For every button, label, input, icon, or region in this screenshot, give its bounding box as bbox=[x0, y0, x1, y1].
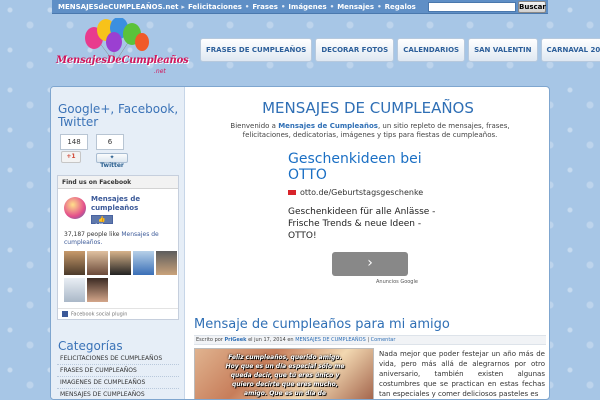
intro-brand: Mensajes de Cumpleaños bbox=[278, 122, 378, 130]
fb-plugin-footer: Facebook social plugin bbox=[58, 308, 178, 319]
fb-like-button[interactable]: 👍Like bbox=[91, 215, 113, 230]
twitter-bird-icon: ✦ bbox=[109, 154, 115, 161]
category-item[interactable]: MENSAJES DE CUMPLEAÑOS bbox=[57, 389, 179, 399]
topbar-separator: • bbox=[280, 2, 286, 11]
tweet-button[interactable]: ✦ Twitter bbox=[96, 153, 128, 169]
topbar-link-home[interactable]: MENSAJESdeCUMPLEAÑOS.net bbox=[58, 3, 178, 11]
fb-like-count: 37,187 people like Mensajes de cumpleaño… bbox=[64, 231, 176, 247]
topbar-link-felicitaciones[interactable]: Felicitaciones bbox=[188, 3, 242, 11]
fb-header: Find us on Facebook bbox=[58, 176, 178, 189]
ad-block[interactable]: Geschenkideen bei OTTO otto.de/Geburtsta… bbox=[288, 151, 448, 301]
site-logo[interactable]: MensajesDeCumpleaños .net bbox=[56, 17, 189, 80]
ad-url[interactable]: otto.de/Geburtstagsgeschenke bbox=[288, 188, 448, 197]
facebook-widget: Find us on Facebook Mensajes de cumpleañ… bbox=[57, 175, 179, 320]
main-content: MENSAJES DE CUMPLEAÑOS Bienvenido a Mens… bbox=[186, 87, 549, 399]
gplus-count: 148 bbox=[60, 134, 88, 150]
nav-san-valentin[interactable]: SAN VALENTIN bbox=[468, 38, 538, 62]
logo-text: MensajesDeCumpleaños bbox=[56, 55, 189, 66]
nav-decorar-fotos[interactable]: DECORAR FOTOS bbox=[315, 38, 395, 62]
post-title[interactable]: Mensaje de cumpleaños para mi amigo bbox=[194, 317, 450, 332]
topbar-link-regalos[interactable]: Regalos bbox=[385, 3, 416, 11]
search-input[interactable] bbox=[428, 2, 516, 12]
post-meta: Escrito por PriGeek el jun 17, 2014 en M… bbox=[194, 335, 546, 345]
balloons-icon bbox=[85, 17, 149, 59]
fb-fan-avatar[interactable] bbox=[87, 251, 108, 275]
fb-fan-avatar[interactable] bbox=[64, 278, 85, 302]
post-image[interactable]: Feliz cumpleaños, querido amigo. Hoy que… bbox=[194, 348, 374, 399]
ad-arrow-button[interactable]: › bbox=[332, 252, 408, 276]
categories-title: Categorías bbox=[58, 339, 123, 353]
fb-page-avatar[interactable] bbox=[64, 197, 86, 219]
intro-prefix: Bienvenido a bbox=[230, 122, 279, 130]
meta-date: el jun 17, 2014 en bbox=[248, 337, 294, 343]
category-item[interactable]: FELICITACIONES DE CUMPLEAÑOS bbox=[57, 353, 179, 365]
nav-carnaval[interactable]: CARNAVAL 2014 bbox=[540, 38, 600, 62]
fb-fan-avatar[interactable] bbox=[64, 251, 85, 275]
meta-separator: | bbox=[367, 337, 370, 343]
ad-choices-label[interactable]: Anuncios Google bbox=[376, 279, 418, 285]
fb-count-text: 37,187 people like bbox=[64, 231, 120, 238]
post-image-caption: Feliz cumpleaños, querido amigo. Hoy que… bbox=[225, 354, 345, 397]
top-bar: MENSAJESdeCUMPLEAÑOS.net ▸ Felicitacione… bbox=[52, 0, 548, 14]
page-title: MENSAJES DE CUMPLEAÑOS bbox=[262, 99, 474, 117]
fb-fan-avatar[interactable] bbox=[133, 251, 154, 275]
ad-url-text: otto.de/Geburtstagsgeschenke bbox=[300, 188, 424, 197]
nav-frases[interactable]: FRASES DE CUMPLEAÑOS bbox=[200, 38, 313, 62]
gplus-button[interactable]: +1 bbox=[61, 151, 81, 163]
fb-plugin-text: Facebook social plugin bbox=[71, 311, 128, 318]
topbar-separator: • bbox=[329, 2, 335, 11]
meta-by: Escrito por bbox=[196, 337, 223, 343]
categories-list: FELICITACIONES DE CUMPLEAÑOS FRASES DE C… bbox=[57, 353, 179, 399]
meta-comment-link[interactable]: Comentar bbox=[371, 337, 396, 343]
otto-logo-icon bbox=[288, 190, 296, 195]
social-title: Google+, Facebook, Twitter bbox=[58, 102, 179, 129]
topbar-separator: ▸ bbox=[181, 2, 185, 11]
content-container: Google+, Facebook, Twitter 148 6 +1 ✦ Tw… bbox=[50, 86, 550, 400]
sidebar: Google+, Facebook, Twitter 148 6 +1 ✦ Tw… bbox=[51, 87, 185, 399]
category-item[interactable]: FRASES DE CUMPLEAÑOS bbox=[57, 365, 179, 377]
topbar-link-imagenes[interactable]: Imágenes bbox=[288, 3, 326, 11]
fb-fan-avatar[interactable] bbox=[87, 278, 108, 302]
topbar-separator: • bbox=[377, 2, 382, 11]
meta-author[interactable]: PriGeek bbox=[224, 337, 246, 343]
fb-fan-avatar[interactable] bbox=[156, 251, 177, 275]
fb-fan-avatar[interactable] bbox=[110, 251, 131, 275]
post-excerpt: Nada mejor que poder festejar un año más… bbox=[379, 350, 545, 398]
topbar-separator: • bbox=[244, 2, 250, 11]
twitter-count: 6 bbox=[96, 134, 124, 150]
tweet-label: Twitter bbox=[100, 162, 124, 169]
category-item[interactable]: IMAGENES DE CUMPLEAÑOS bbox=[57, 377, 179, 389]
fb-like-label: Like bbox=[95, 223, 109, 230]
facebook-icon bbox=[62, 311, 68, 317]
ad-description: Geschenkideen für alle Anlässe - Frische… bbox=[288, 207, 436, 241]
topbar-link-frases[interactable]: Frases bbox=[252, 3, 278, 11]
logo-suffix: .net bbox=[154, 68, 166, 75]
main-nav: FRASES DE CUMPLEAÑOS DECORAR FOTOS CALEN… bbox=[200, 38, 600, 62]
fb-page-name[interactable]: Mensajes de cumpleaños bbox=[91, 195, 175, 213]
meta-category[interactable]: MENSAJES DE CUMPLEAÑOS bbox=[295, 337, 366, 343]
thumbs-up-icon: 👍 bbox=[98, 216, 106, 223]
search-button[interactable]: Buscar bbox=[518, 1, 546, 13]
topbar-link-mensajes[interactable]: Mensajes bbox=[337, 3, 374, 11]
nav-calendarios[interactable]: CALENDARIOS bbox=[397, 38, 466, 62]
intro-text: Bienvenido a Mensajes de Cumpleaños, un … bbox=[208, 122, 532, 140]
ad-headline[interactable]: Geschenkideen bei OTTO bbox=[288, 151, 448, 183]
